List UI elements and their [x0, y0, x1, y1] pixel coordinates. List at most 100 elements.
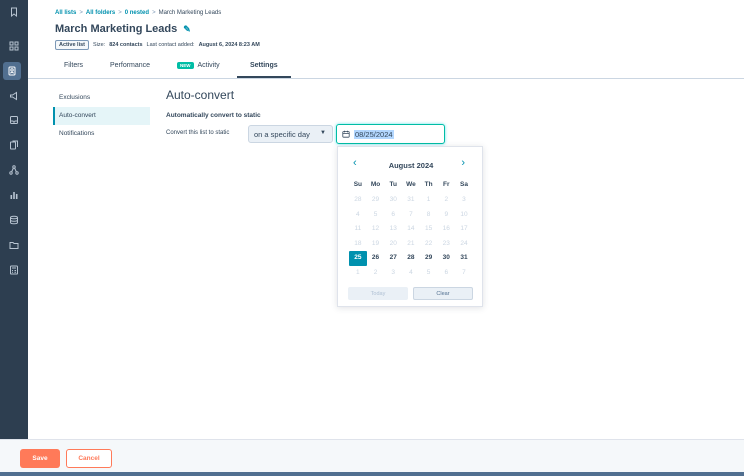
- calendar-day[interactable]: 26: [367, 251, 385, 266]
- clear-button[interactable]: Clear: [413, 287, 473, 300]
- calendar-week-row: 4 5 6 7 8 9 10: [349, 208, 473, 223]
- calendar-day[interactable]: 16: [437, 222, 455, 237]
- tab-bar: Filters Performance NEW Activity Settings: [28, 58, 744, 79]
- reports-icon[interactable]: [0, 186, 28, 204]
- database-icon[interactable]: [0, 211, 28, 229]
- breadcrumb-separator: >: [118, 10, 122, 16]
- weekday-label: Sa: [459, 181, 468, 188]
- calendar-month-label: August 2024: [388, 161, 434, 170]
- calendar-day[interactable]: 31: [402, 193, 420, 208]
- date-picker-popover: ‹ › August 2024 Su Mo Tu We Th Fr Sa 28 29 30 31 1…: [337, 146, 483, 307]
- pencil-icon[interactable]: ✎: [183, 24, 191, 35]
- tab-performance[interactable]: Performance: [110, 62, 150, 69]
- tab-filters[interactable]: Filters: [64, 62, 83, 69]
- weekday-label: Su: [353, 181, 362, 188]
- calendar-day[interactable]: 9: [437, 208, 455, 223]
- subnav-item-auto-convert[interactable]: Auto-convert: [53, 107, 150, 125]
- weekday-label: Mo: [370, 181, 381, 188]
- calendar-day[interactable]: 1: [420, 193, 438, 208]
- calendar-day[interactable]: 2: [367, 266, 385, 281]
- calendar-day[interactable]: 17: [455, 222, 473, 237]
- calendar-day[interactable]: 25: [349, 251, 367, 266]
- calendar-day[interactable]: 6: [384, 208, 402, 223]
- calendar-day[interactable]: 21: [402, 237, 420, 252]
- window-bottom-edge: [0, 472, 744, 476]
- calendar-day[interactable]: 28: [349, 193, 367, 208]
- calendar-grid: 28 29 30 31 1 2 3 4 5 6 7 8 9 10 11 12 13 14 15 16 17 18 19 20 2…: [349, 193, 473, 280]
- calendar-day[interactable]: 15: [420, 222, 438, 237]
- inbox-icon[interactable]: [0, 111, 28, 129]
- convert-label: Convert this list to static: [166, 130, 230, 136]
- calendar-day[interactable]: 6: [437, 266, 455, 281]
- calendar-day[interactable]: 7: [402, 208, 420, 223]
- calendar-day[interactable]: 30: [437, 251, 455, 266]
- breadcrumb-separator: >: [79, 10, 83, 16]
- save-button[interactable]: Save: [20, 449, 60, 468]
- last-added-label: Last contact added:: [146, 42, 195, 48]
- weekday-label: Tu: [389, 181, 397, 188]
- calendar-day[interactable]: 19: [367, 237, 385, 252]
- folder-icon[interactable]: [0, 236, 28, 254]
- documents-icon[interactable]: [0, 136, 28, 154]
- contacts-icon[interactable]: [3, 62, 21, 80]
- calendar-day[interactable]: 4: [402, 266, 420, 281]
- calendar-day[interactable]: 23: [437, 237, 455, 252]
- schedule-dropdown-value: on a specific day: [254, 129, 310, 139]
- caret-down-icon: ▼: [320, 130, 326, 136]
- tab-settings[interactable]: Settings: [250, 62, 278, 69]
- subnav-item-exclusions[interactable]: Exclusions: [53, 89, 150, 107]
- tab-activity[interactable]: NEW Activity: [177, 62, 220, 69]
- cancel-button[interactable]: Cancel: [66, 449, 112, 468]
- calendar-week-row: 11 12 13 14 15 16 17: [349, 222, 473, 237]
- calendar-day[interactable]: 20: [384, 237, 402, 252]
- calendar-day[interactable]: 4: [349, 208, 367, 223]
- size-value: 824 contacts: [109, 42, 143, 48]
- calendar-day[interactable]: 11: [349, 222, 367, 237]
- calendar-day[interactable]: 3: [384, 266, 402, 281]
- weekday-label: Th: [424, 181, 433, 188]
- calendar-day[interactable]: 1: [349, 266, 367, 281]
- calendar-day[interactable]: 22: [420, 237, 438, 252]
- calendar-day[interactable]: 2: [437, 193, 455, 208]
- bookmark-icon[interactable]: [0, 3, 28, 21]
- calendar-day[interactable]: 27: [384, 251, 402, 266]
- workflows-icon[interactable]: [0, 161, 28, 179]
- breadcrumb-all-folders[interactable]: All folders: [86, 10, 115, 16]
- calendar-day[interactable]: 28: [402, 251, 420, 266]
- calendar-day[interactable]: 29: [367, 193, 385, 208]
- tab-performance-label: Performance: [110, 62, 151, 69]
- calendar-day[interactable]: 10: [455, 208, 473, 223]
- calendar-day[interactable]: 14: [402, 222, 420, 237]
- new-badge: NEW: [177, 62, 194, 69]
- calculator-icon[interactable]: [0, 261, 28, 279]
- calendar-day[interactable]: 13: [384, 222, 402, 237]
- calendar-day[interactable]: 12: [367, 222, 385, 237]
- calendar-day[interactable]: 31: [455, 251, 473, 266]
- schedule-dropdown[interactable]: on a specific day ▼: [248, 125, 333, 143]
- breadcrumb-nested[interactable]: 0 nested: [125, 10, 149, 16]
- calendar-week-row: 1234567: [349, 266, 473, 281]
- calendar-day[interactable]: 30: [384, 193, 402, 208]
- calendar-day[interactable]: 7: [455, 266, 473, 281]
- calendar-week-row: 28 29 30 31 1 2 3: [349, 193, 473, 208]
- date-input[interactable]: 08/25/2024: [336, 124, 445, 144]
- size-label: Size:: [92, 42, 106, 48]
- breadcrumb-separator: >: [152, 10, 156, 16]
- section-heading: Auto-convert: [166, 88, 235, 102]
- calendar-day[interactable]: 5: [367, 208, 385, 223]
- calendar-day[interactable]: 18: [349, 237, 367, 252]
- grid-icon[interactable]: [0, 37, 28, 55]
- calendar-day[interactable]: 29: [420, 251, 438, 266]
- calendar-day[interactable]: 8: [420, 208, 438, 223]
- date-input-value[interactable]: 08/25/2024: [354, 129, 394, 139]
- breadcrumb: All lists > All folders >0 nested > March Mar…: [55, 10, 221, 16]
- settings-subnav: Exclusions Auto-convert Notifications: [53, 89, 150, 143]
- today-button[interactable]: Today: [348, 287, 408, 300]
- breadcrumb-all-lists[interactable]: All lists: [55, 10, 76, 16]
- calendar-day[interactable]: 24: [455, 237, 473, 252]
- calendar-day[interactable]: 3: [455, 193, 473, 208]
- weekday-label: We: [406, 181, 416, 188]
- subnav-item-notifications[interactable]: Notifications: [53, 125, 150, 143]
- megaphone-icon[interactable]: [0, 87, 28, 105]
- calendar-day[interactable]: 5: [420, 266, 438, 281]
